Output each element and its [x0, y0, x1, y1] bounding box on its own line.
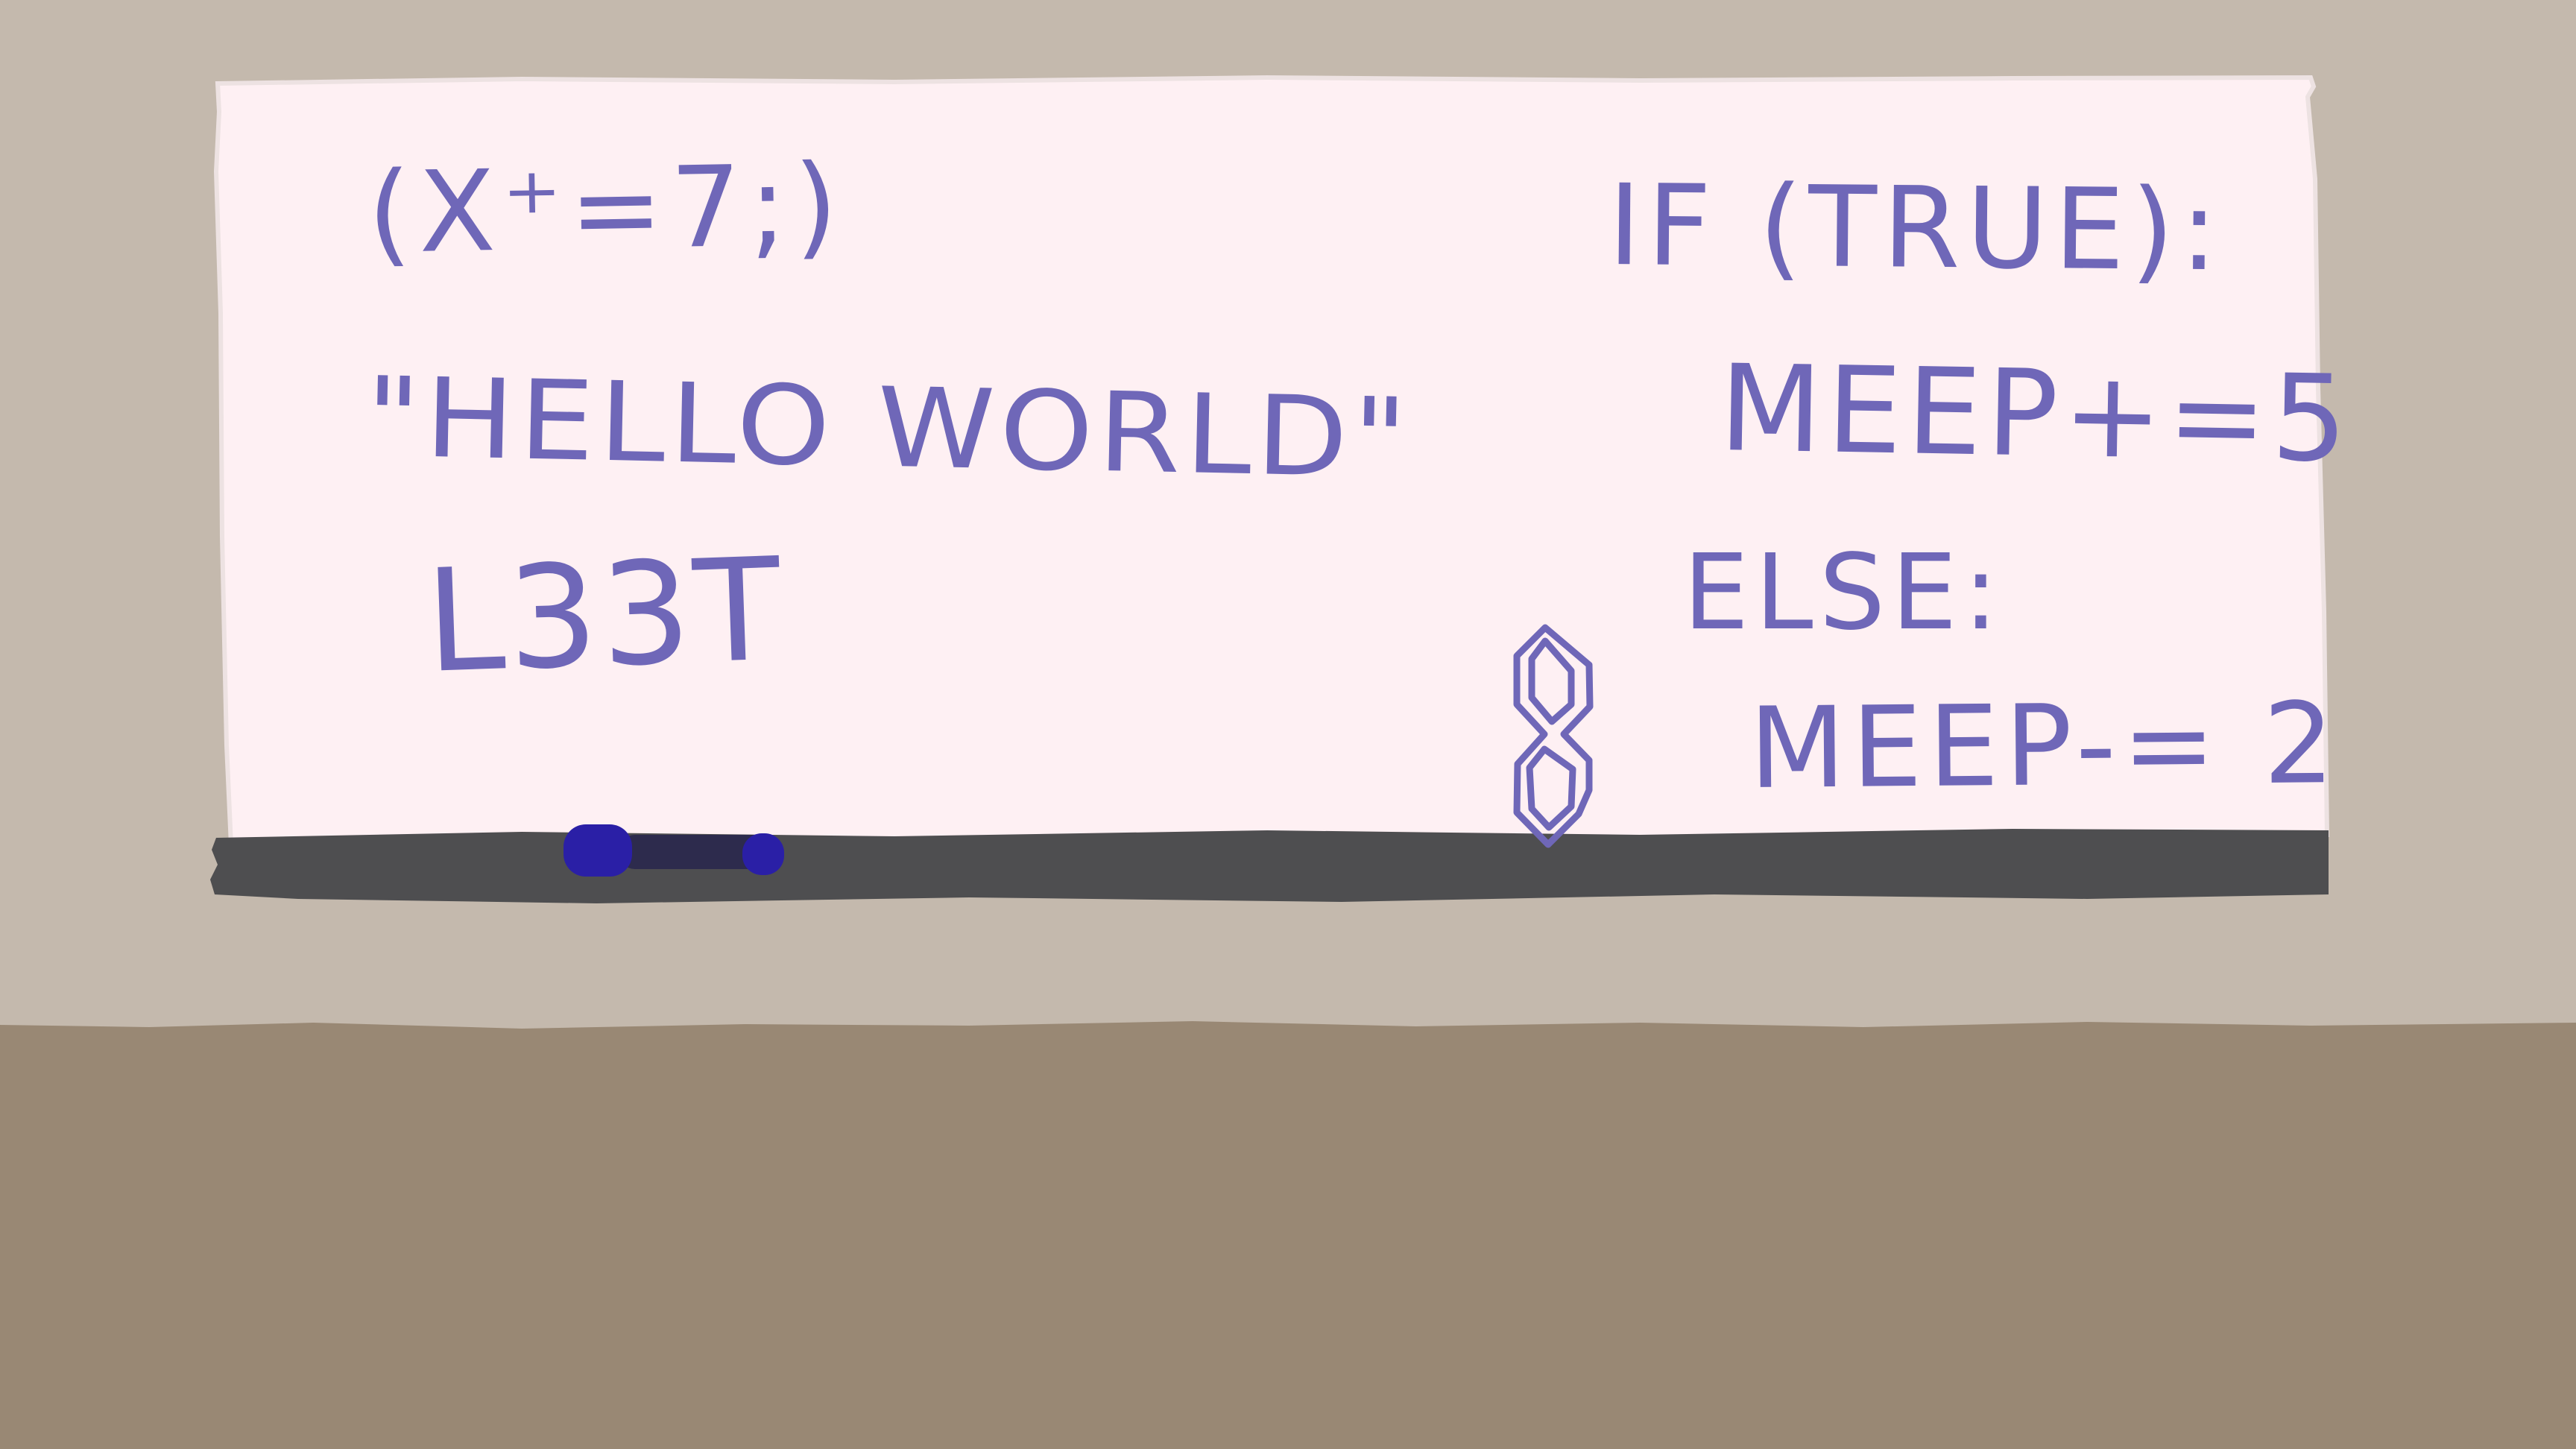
board-text-if-true: IF (TRUE):	[1607, 161, 2225, 297]
board-text-l33t: L33T	[423, 527, 786, 704]
board-text-hello-world: "HELLO WORLD"	[364, 353, 1413, 503]
board-text-x-plus-equals-7: (X⁺=7;)	[366, 140, 847, 279]
board-text-meep-minus-equals-2: MEEP-= 2	[1748, 679, 2341, 814]
board-text-meep-plus-equals-5: MEEP+=5	[1717, 338, 2353, 489]
whiteboard-tray	[210, 829, 2329, 903]
board-text-else: ELSE:	[1683, 532, 2004, 654]
floor	[0, 1021, 2576, 1449]
